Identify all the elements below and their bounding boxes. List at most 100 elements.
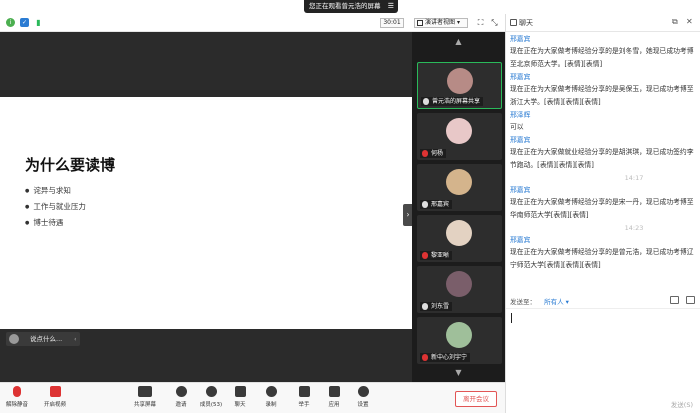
control-label: 邀请 — [175, 402, 187, 408]
chat-message: 邢泽辉 可以 — [510, 110, 698, 134]
chat-messages: 邢嘉宾 现在正在为大家做考博经验分享的是刘冬雪，她现已成功考博至北京师范大学。[表… — [510, 34, 698, 304]
participant-tile[interactable]: 刘东雪 — [417, 266, 502, 313]
record-icon — [265, 386, 277, 397]
top-banner: 您正在观看曾元浩的屏幕 ☰ — [0, 0, 700, 14]
message-text: 可以 — [510, 123, 524, 131]
mic-muted-icon — [422, 354, 428, 361]
text-caret — [511, 313, 512, 323]
meeting-timer: 30:01 — [380, 18, 404, 28]
avatar — [9, 334, 19, 344]
popout-icon[interactable]: ⧉ — [672, 17, 678, 27]
scroll-up-icon[interactable]: ▲ — [412, 32, 505, 52]
comment-bar[interactable]: 说点什么... ‹ — [6, 332, 80, 346]
menu-icon[interactable]: ☰ — [388, 0, 394, 13]
control-label: 举手 — [298, 402, 310, 408]
avatar — [446, 220, 472, 246]
share-screen-icon — [138, 386, 152, 397]
start-video-button[interactable]: 开启视频 — [40, 386, 70, 413]
share-screen-button[interactable]: 共享屏幕 — [130, 386, 160, 413]
hand-icon — [298, 386, 310, 397]
avatar — [446, 169, 472, 195]
chat-message: 邢嘉宾 现在正在为大家做考博经验分享的是刘冬雪，她现已成功考博至北京师范大学。[表… — [510, 34, 698, 71]
scroll-down-icon[interactable]: ▼ — [412, 364, 505, 382]
fullscreen-icon[interactable]: ⛶ — [476, 18, 485, 27]
apps-button[interactable]: 应用 — [319, 386, 349, 413]
presentation-slide: 为什么要读博 诧异与求知 工作与就业压力 博士待遇 — [0, 97, 412, 329]
settings-icon — [357, 386, 369, 397]
exit-fullscreen-icon[interactable]: ⤡ — [490, 18, 499, 27]
leave-meeting-button[interactable]: 离开会议 — [455, 391, 497, 407]
chat-input[interactable]: 发送(S) — [506, 308, 700, 413]
mic-icon — [423, 98, 429, 105]
control-label: 开启视频 — [43, 402, 66, 408]
view-mode-button[interactable]: 演讲者视图 ▾ — [414, 18, 468, 28]
chevron-down-icon: ▾ — [456, 19, 460, 26]
invite-button[interactable]: 邀请 — [166, 386, 196, 413]
participant-tile[interactable]: 黎亚晰 — [417, 215, 502, 262]
slide-bullet: 博士待遇 — [25, 217, 63, 228]
screenshot-icon[interactable] — [686, 296, 695, 304]
grid-view-icon — [417, 20, 423, 26]
members-button[interactable]: 成员(53) — [196, 386, 226, 413]
unmute-button[interactable]: 解除静音 — [2, 386, 32, 413]
chat-message: 邢嘉宾现在正在为大家做就业经验分享的是胡淇琪，现已成功签约李节跑动。[表情][表… — [510, 135, 698, 184]
message-sender: 邢嘉宾 — [510, 73, 531, 81]
info-icon[interactable]: i — [6, 18, 15, 27]
chevron-left-icon[interactable]: ‹ — [74, 332, 77, 346]
slide-title: 为什么要读博 — [25, 156, 116, 174]
send-button[interactable]: 发送(S) — [671, 399, 693, 409]
participant-name: 新中心刘宇宁 — [420, 353, 471, 362]
participant-name: 刘东雪 — [420, 302, 453, 311]
meeting-toolbar: i ✓ ▮ 30:01 演讲者视图 ▾ ⛶ ⤡ — [0, 14, 505, 32]
view-mode-label: 演讲者视图 — [425, 19, 456, 26]
close-icon[interactable]: ✕ — [686, 17, 693, 26]
members-icon — [205, 386, 217, 397]
chat-button[interactable]: 聊天 — [225, 386, 255, 413]
participant-name-text: 刘东雪 — [431, 303, 450, 310]
message-sender: 邢嘉宾 — [510, 35, 531, 43]
participant-tile[interactable]: 新中心刘宇宁 — [417, 317, 502, 364]
message-sender: 邢泽辉 — [510, 111, 531, 119]
control-bar: 解除静音 开启视频 共享屏幕 邀请 成员(53) 聊天 录制 举手 应用 设置 … — [0, 382, 505, 413]
send-to-label: 发送至： — [510, 298, 536, 306]
signal-icon[interactable]: ▮ — [34, 18, 43, 27]
message-sender: 邢嘉宾 — [510, 186, 531, 194]
settings-button[interactable]: 设置 — [348, 386, 378, 413]
participant-tile[interactable]: 曾元浩的屏幕共享 — [417, 62, 502, 109]
file-icon[interactable] — [670, 296, 679, 304]
control-label: 共享屏幕 — [133, 402, 156, 408]
message-text: 现在正在为大家做考博经验分享的是曾元浩，现已成功考博辽宁师范大学[表情][表情]… — [510, 248, 694, 269]
avatar — [446, 322, 472, 348]
record-button[interactable]: 录制 — [256, 386, 286, 413]
send-to-dropdown[interactable]: 所有人 ▾ — [544, 298, 569, 306]
viewing-screen-banner[interactable]: 您正在观看曾元浩的屏幕 ☰ — [304, 0, 398, 13]
mic-icon — [422, 201, 428, 208]
participant-tile[interactable]: 邢嘉宾 — [417, 164, 502, 211]
participant-tile[interactable]: 何杨 — [417, 113, 502, 160]
slide-bullet: 工作与就业压力 — [25, 201, 86, 212]
message-text: 现在正在为大家做考博经验分享的是宋一丹，现已成功考博至华南师范大学[表情][表情… — [510, 198, 694, 219]
participant-name-text: 曾元浩的屏幕共享 — [432, 98, 481, 105]
avatar — [446, 271, 472, 297]
shared-screen: 为什么要读博 诧异与求知 工作与就业压力 博士待遇 说点什么... ‹ — [0, 32, 412, 382]
viewing-screen-text: 您正在观看曾元浩的屏幕 — [309, 2, 381, 10]
raise-hand-button[interactable]: 举手 — [289, 386, 319, 413]
message-text: 现在正在为大家做考博经验分享的是吴保玉，现已成功考博至浙江大学。[表情][表情]… — [510, 85, 694, 106]
send-to-row: 发送至： 所有人 ▾ — [510, 296, 698, 308]
participant-name-text: 何杨 — [431, 150, 444, 157]
shield-icon[interactable]: ✓ — [20, 18, 29, 27]
participant-name-text: 新中心刘宇宁 — [431, 354, 468, 361]
avatar — [447, 68, 473, 94]
participant-name: 黎亚晰 — [420, 251, 453, 260]
chat-panel: 聊天 ⧉ ✕ 邢嘉宾 现在正在为大家做考博经验分享的是刘冬雪，她现已成功考博至北京… — [505, 14, 700, 413]
invite-icon — [175, 386, 187, 397]
chat-message: 邢嘉宾 现在正在为大家做考博经验分享的是曾元浩，现已成功考博辽宁师范大学[表情][… — [510, 235, 698, 272]
message-sender: 邢嘉宾 — [510, 136, 531, 144]
comment-placeholder: 说点什么... — [30, 335, 63, 343]
participant-strip: ▲ 曾元浩的屏幕共享 何杨邢嘉宾黎亚晰刘东雪新中心刘宇宁 ▼ — [412, 32, 505, 382]
control-label: 解除静音 — [5, 402, 28, 408]
participant-name: 曾元浩的屏幕共享 — [421, 97, 484, 106]
chat-message: 邢嘉宾现在正在为大家做考博经验分享的是吴保玉，现已成功考博至浙江大学。[表情][… — [510, 72, 698, 109]
participant-name: 何杨 — [420, 149, 447, 158]
message-text: 现在正在为大家做就业经验分享的是胡淇琪，现已成功签约李节跑动。[表情][表情][… — [510, 148, 694, 169]
